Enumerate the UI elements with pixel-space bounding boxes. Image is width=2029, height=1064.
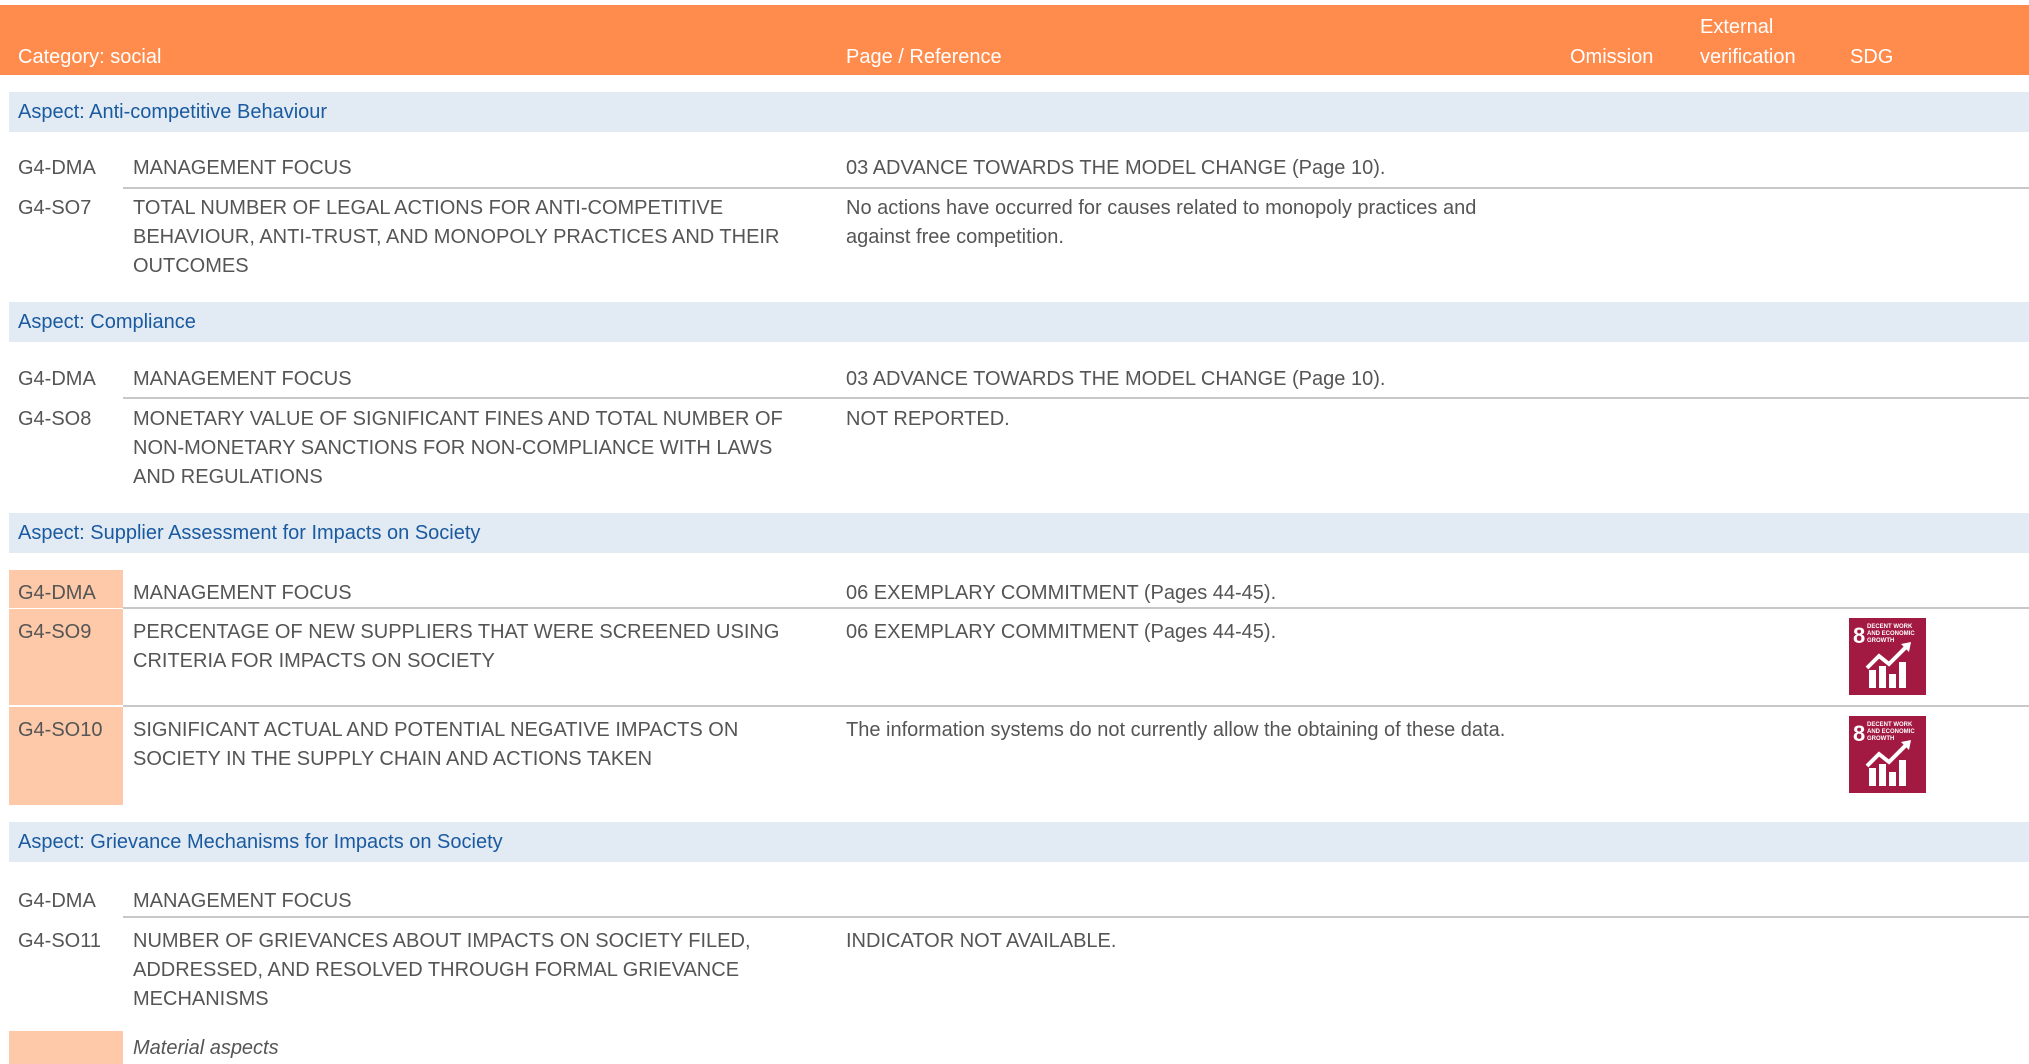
- external-verification-header-line1: External: [1700, 16, 1774, 38]
- table-row: G4-SO8 MONETARY VALUE OF SIGNIFICANT FIN…: [0, 396, 2029, 511]
- sdg-8-badge: 8 DECENT WORK AND ECONOMIC GROWTH: [1849, 716, 1926, 793]
- table-row: G4-DMA MANAGEMENT FOCUS 03 ADVANCE TOWAR…: [0, 145, 2029, 185]
- material-aspects-label: Material aspects: [133, 1037, 279, 1059]
- aspect-heading: Aspect: Anti-competitive Behaviour: [9, 92, 2029, 132]
- page-reference: NOT REPORTED.: [846, 408, 1010, 430]
- table-row: G4-DMA MANAGEMENT FOCUS: [0, 878, 2029, 916]
- page-reference-header: Page / Reference: [846, 46, 1002, 68]
- table-row: G4-SO7 TOTAL NUMBER OF LEGAL ACTIONS FOR…: [0, 185, 2029, 300]
- table-row: G4-SO11 NUMBER OF GRIEVANCES ABOUT IMPAC…: [0, 918, 2029, 1018]
- table-header: Category: social Page / Reference Omissi…: [0, 5, 2029, 75]
- indicator-description: MONETARY VALUE OF SIGNIFICANT FINES AND …: [133, 408, 783, 488]
- indicator-description: TOTAL NUMBER OF LEGAL ACTIONS FOR ANTI-C…: [133, 197, 780, 277]
- indicator-description: MANAGEMENT FOCUS: [133, 582, 352, 604]
- sdg-header: SDG: [1850, 46, 1894, 68]
- sdg-8-badge: 8 DECENT WORK AND ECONOMIC GROWTH: [1849, 618, 1926, 695]
- external-verification-header-line2: verification: [1700, 46, 1796, 68]
- indicator-description: MANAGEMENT FOCUS: [133, 890, 352, 912]
- gri-index-table: Category: social Page / Reference Omissi…: [0, 0, 2029, 1064]
- indicator-description: SIGNIFICANT ACTUAL AND POTENTIAL NEGATIV…: [133, 719, 739, 770]
- indicator-code: G4-SO9: [9, 609, 123, 705]
- table-row: G4-DMA MANAGEMENT FOCUS 03 ADVANCE TOWAR…: [0, 356, 2029, 396]
- table-row: G4-SO9 PERCENTAGE OF NEW SUPPLIERS THAT …: [0, 609, 2029, 705]
- aspect-heading: Aspect: Grievance Mechanisms for Impacts…: [9, 822, 2029, 862]
- indicator-code: G4-DMA: [9, 570, 123, 608]
- aspect-heading: Aspect: Compliance: [9, 302, 2029, 342]
- indicator-code: G4-SO8: [18, 408, 92, 430]
- page-reference: 03 ADVANCE TOWARDS THE MODEL CHANGE (Pag…: [846, 368, 1386, 390]
- indicator-code: G4-SO11: [18, 930, 101, 952]
- table-row: G4-DMA MANAGEMENT FOCUS 06 EXEMPLARY COM…: [0, 570, 2029, 608]
- table-row: G4-SO10 SIGNIFICANT ACTUAL AND POTENTIAL…: [0, 707, 2029, 805]
- indicator-code: G4-SO7: [18, 197, 92, 219]
- indicator-description: MANAGEMENT FOCUS: [133, 368, 352, 390]
- indicator-code: G4-SO10: [9, 707, 123, 805]
- indicator-description: MANAGEMENT FOCUS: [133, 157, 352, 179]
- material-aspects-swatch: [9, 1031, 123, 1064]
- indicator-code: G4-DMA: [18, 368, 96, 390]
- page-reference: 03 ADVANCE TOWARDS THE MODEL CHANGE (Pag…: [846, 157, 1386, 179]
- page-reference: The information systems do not currently…: [846, 719, 1506, 741]
- page-reference: 06 EXEMPLARY COMMITMENT (Pages 44-45).: [846, 582, 1277, 604]
- aspect-title: Aspect: Supplier Assessment for Impacts …: [18, 522, 481, 544]
- aspect-title: Aspect: Grievance Mechanisms for Impacts…: [18, 831, 503, 853]
- aspect-title: Aspect: Compliance: [18, 311, 196, 333]
- indicator-description: PERCENTAGE OF NEW SUPPLIERS THAT WERE SC…: [133, 621, 780, 672]
- omission-header: Omission: [1570, 46, 1654, 68]
- growth-chart-icon: [1865, 642, 1911, 688]
- page-reference: No actions have occurred for causes rela…: [846, 197, 1477, 248]
- indicator-description: NUMBER OF GRIEVANCES ABOUT IMPACTS ON SO…: [133, 930, 751, 1010]
- indicator-code: G4-DMA: [18, 157, 96, 179]
- aspect-title: Aspect: Anti-competitive Behaviour: [18, 101, 328, 123]
- growth-chart-icon: [1865, 740, 1911, 786]
- page-reference: 06 EXEMPLARY COMMITMENT (Pages 44-45).: [846, 621, 1277, 643]
- page-reference: INDICATOR NOT AVAILABLE.: [846, 930, 1117, 952]
- category-header: Category: social: [18, 46, 162, 68]
- aspect-heading: Aspect: Supplier Assessment for Impacts …: [9, 513, 2029, 553]
- indicator-code: G4-DMA: [18, 890, 96, 912]
